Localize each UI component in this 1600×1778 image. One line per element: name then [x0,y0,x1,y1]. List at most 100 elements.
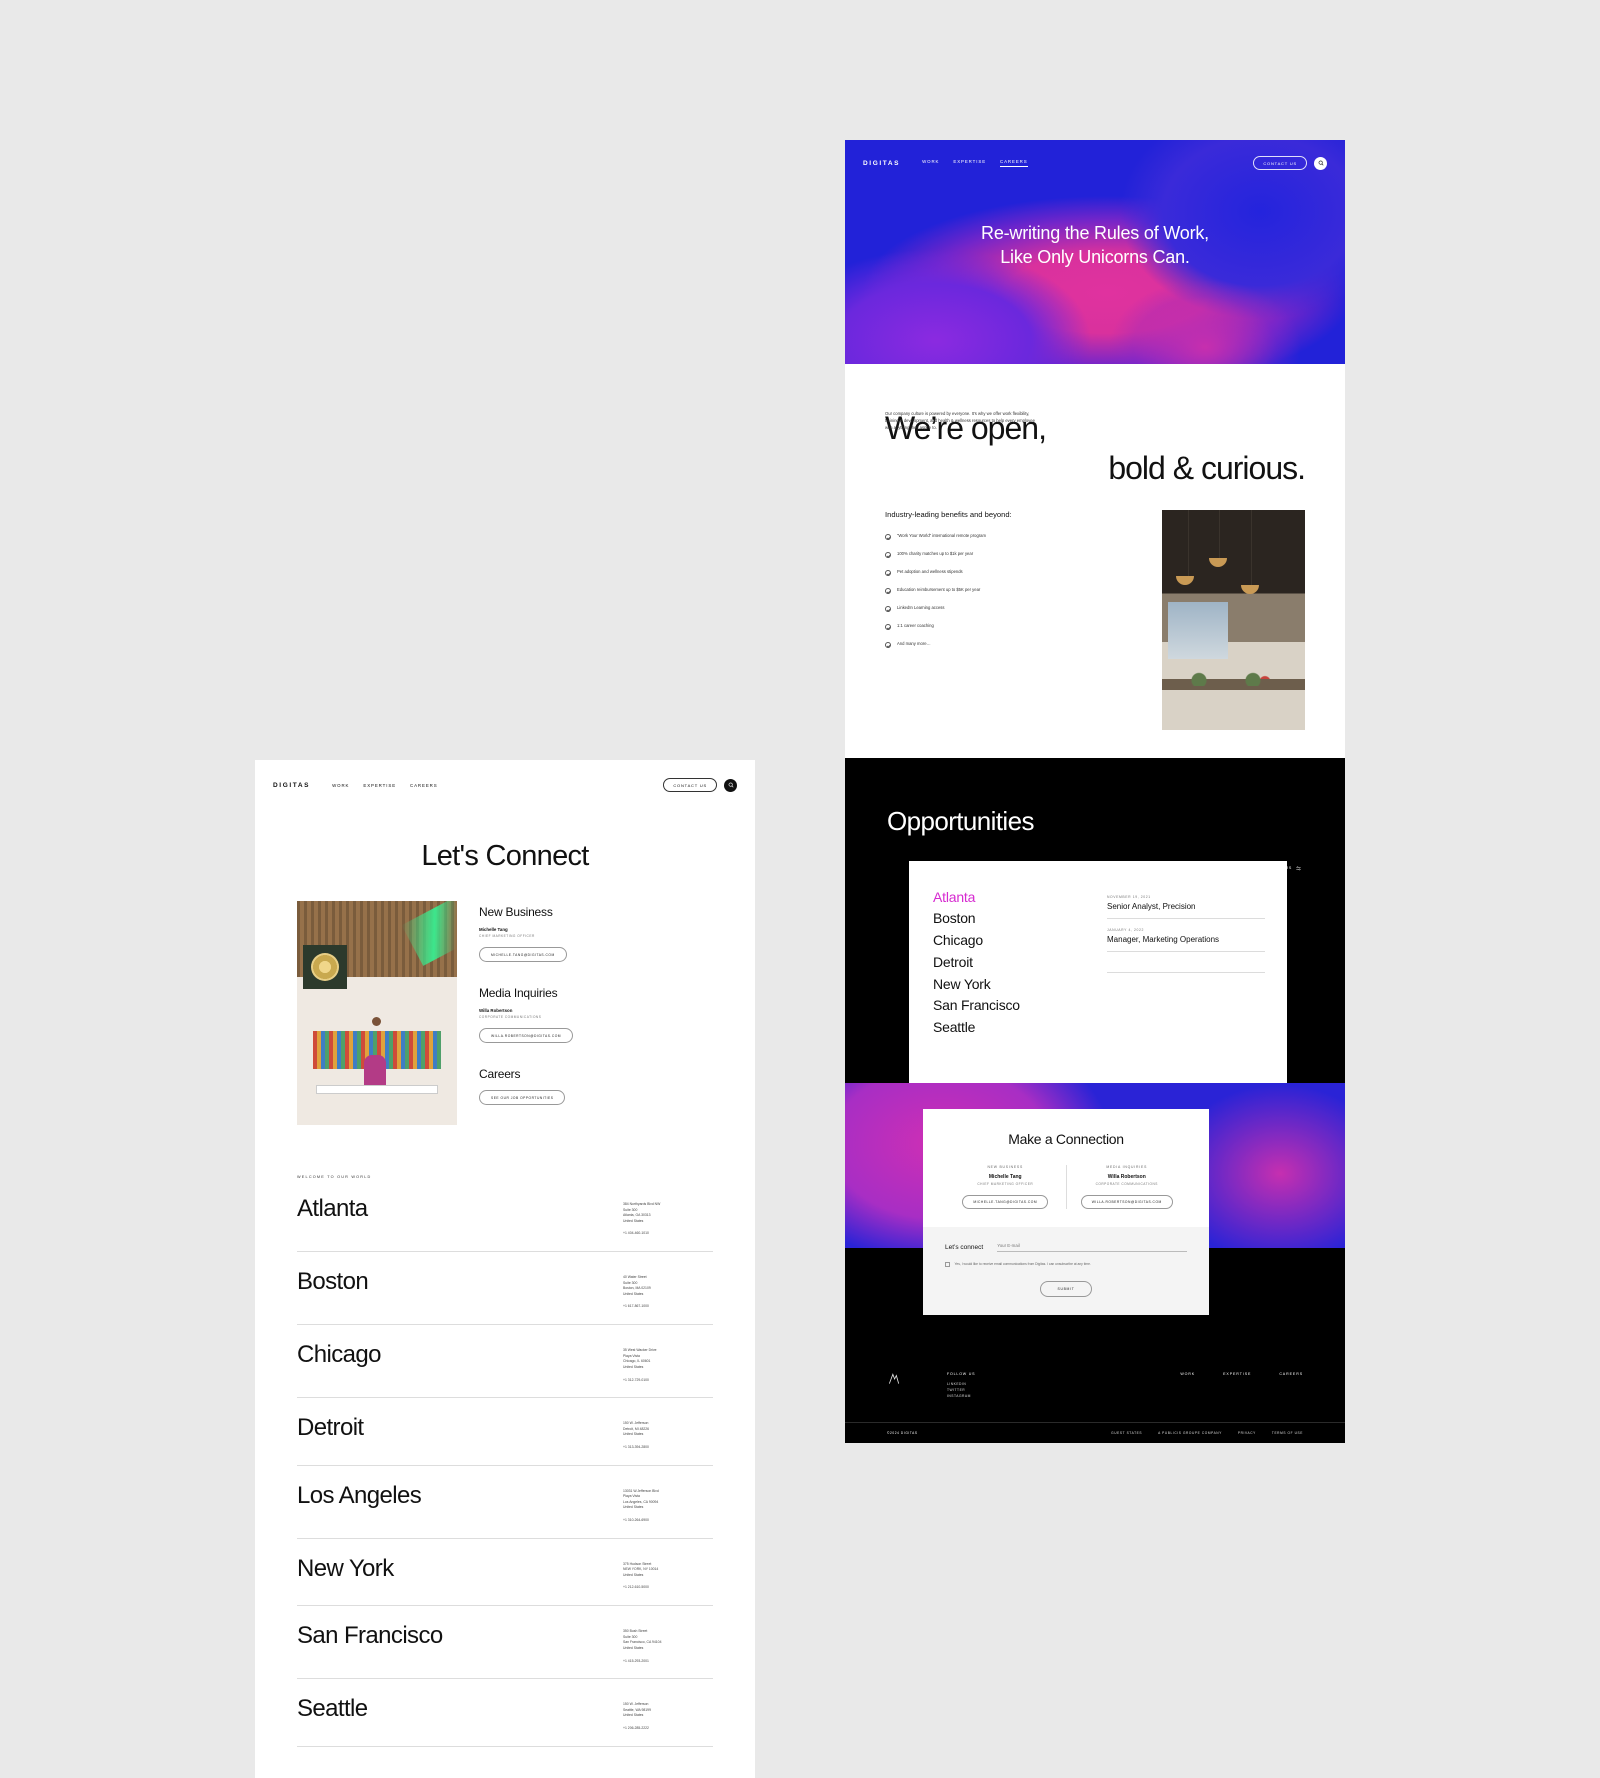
header-actions: CONTACT US [663,778,737,792]
benefit-item: And many more… [885,641,1065,648]
social-instagram[interactable]: INSTAGRAM [947,1394,975,1400]
nav-item-expertise[interactable]: EXPERTISE [363,783,396,788]
search-button[interactable] [1314,156,1327,170]
location-row[interactable]: Boston 40 Water Street Suite 300 Boston,… [297,1252,713,1326]
footer-nav-careers[interactable]: CAREERS [1279,1372,1303,1376]
check-circle-icon [885,587,891,594]
consent-checkbox[interactable] [945,1262,950,1267]
newsletter-form: Let’s connect Your E-mail Yes, I would l… [923,1226,1209,1315]
city-option-seattle[interactable]: Seattle [933,1017,1083,1039]
make-a-connection-card: Make a Connection NEW BUSINESS Michelle … [923,1108,1209,1315]
office-photo [1162,509,1305,730]
footer-legal-bar: ©2024 DIGITAS GUEST STATES A PUBLICIS GR… [845,1421,1345,1443]
nav-item-work[interactable]: WORK [332,783,349,788]
job-opportunities-button[interactable]: SEE OUR JOB OPPORTUNITIES [479,1090,566,1105]
benefits-and-photo: Industry-leading benefits and beyond: “W… [885,509,1305,730]
city-option-new-york[interactable]: New York [933,974,1083,996]
nav-item-careers[interactable]: CAREERS [1000,159,1028,167]
hero-line-2: Like Only Unicorns Can. [1000,246,1190,267]
filters-control[interactable]: FILTERS [1273,866,1301,871]
address-phone[interactable]: +1 212-610-5000 [623,1585,713,1591]
footer-nav-expertise[interactable]: EXPERTISE [1223,1372,1251,1376]
nav-item-expertise[interactable]: EXPERTISE [953,159,986,167]
opportunities-card: Atlanta Boston Chicago Detroit New York … [909,860,1287,1083]
location-address: 35 West Wacker Drive Playa Vista Chicago… [623,1341,713,1383]
culture-section: We’re open, Our company culture is power… [845,364,1345,758]
city-filter-list: Atlanta Boston Chicago Detroit New York … [933,887,1083,1039]
legal-link-2[interactable]: A PUBLICIS GROUPE COMPANY [1158,1431,1222,1435]
location-row[interactable]: New York 375 Hudson Street NEW YORK, NY … [297,1539,713,1607]
group-email-button[interactable]: WILLA.ROBERTSON@DIGITAS.COM [479,1028,574,1043]
person-head [372,1017,382,1027]
city-option-detroit[interactable]: Detroit [933,952,1083,974]
group-email-button[interactable]: MICHELLE.TANG@DIGITAS.COM [479,947,567,962]
address-phone[interactable]: +1 312-729-0100 [623,1378,713,1384]
address-phone[interactable]: +1 310-264-6900 [623,1518,713,1524]
contact-role: CORPORATE COMMUNICATIONS [1095,1181,1158,1186]
contact-us-button[interactable]: CONTACT US [663,778,717,792]
location-city: Los Angeles [297,1481,422,1509]
contact-body: New Business Michelle Tang CHIEF MARKETI… [255,873,755,1129]
check-circle-icon [885,605,891,612]
location-row[interactable]: Los Angeles 13031 W.Jefferson Blvd Playa… [297,1466,713,1539]
address-phone[interactable]: +1 617-867-1000 [623,1304,713,1310]
benefit-item: 100% charity matches up to $1k per year [885,551,1065,558]
nav-item-careers[interactable]: CAREERS [410,783,438,788]
footer-nav-work[interactable]: WORK [1180,1372,1195,1376]
newsletter-row: Let’s connect Your E-mail [945,1243,1187,1252]
contact-email-button[interactable]: MICHELLE.TANG@DIGITAS.COM [962,1194,1049,1209]
contact-name: Willa Robertson [1107,1173,1146,1180]
nav-item-work[interactable]: WORK [922,159,939,167]
benefit-label: Education reimbursement up to $5K per ye… [897,587,981,593]
benefit-item: “Work Your World” international remote p… [885,533,1065,540]
consent-checkbox-row[interactable]: Yes, I would like to receive email commu… [945,1262,1187,1267]
address-phone[interactable]: +1 206-285-2222 [623,1726,713,1732]
site-header: DIGITAS WORK EXPERTISE CAREERS CONTACT U… [845,140,1345,170]
legal-link-4[interactable]: TERMS OF USE [1272,1431,1303,1435]
job-list-divider [1107,961,1265,973]
submit-button[interactable]: SUBMIT [1040,1280,1092,1297]
legal-link-3[interactable]: PRIVACY [1238,1431,1256,1435]
location-row[interactable]: San Francisco 350 Bush Street Suite 300 … [297,1606,713,1680]
contact-email-button[interactable]: WILLA.ROBERTSON@DIGITAS.COM [1080,1194,1173,1209]
location-city: Boston [297,1268,369,1296]
contact-us-button[interactable]: CONTACT US [1253,156,1307,170]
digitas-mark-icon [888,1373,900,1385]
email-input[interactable]: Your E-mail [997,1243,1187,1252]
location-address: 150 W. Jefferson Detroit, MI 48226 Unite… [623,1414,713,1450]
city-option-san-francisco[interactable]: San Francisco [933,995,1083,1017]
search-icon [1318,160,1323,166]
location-row[interactable]: Detroit 150 W. Jefferson Detroit, MI 482… [297,1398,713,1466]
location-city: Seattle [297,1695,368,1723]
city-option-chicago[interactable]: Chicago [933,930,1083,952]
connection-contact-new-business: NEW BUSINESS Michelle Tang CHIEF MARKETI… [945,1164,1067,1209]
office-interior-photo [297,901,457,1125]
connection-contacts: NEW BUSINESS Michelle Tang CHIEF MARKETI… [945,1164,1187,1209]
job-listing[interactable]: NOVEMBER 19, 2021 Senior Analyst, Precis… [1107,895,1265,919]
digitas-logo[interactable]: DIGITAS [273,782,310,789]
benefits-title: Industry-leading benefits and beyond: [885,509,1012,519]
job-date: NOVEMBER 19, 2021 [1107,894,1151,899]
job-listing[interactable]: JANUARY 4, 2022 Manager, Marketing Opera… [1107,928,1265,952]
address-phone[interactable]: +1 415-293-2001 [623,1659,713,1665]
search-icon [728,782,733,788]
digitas-logo[interactable]: DIGITAS [863,160,900,167]
address-country: United States [623,1291,644,1296]
city-option-atlanta[interactable]: Atlanta [933,887,1083,909]
legal-link-1[interactable]: GUEST STATES [1111,1431,1142,1435]
address-phone[interactable]: +1 313-394-2800 [623,1445,713,1451]
table [316,1084,438,1094]
contact-group-careers: Careers SEE OUR JOB OPPORTUNITIES [479,1067,713,1105]
follow-us-title: FOLLOW US [947,1372,976,1377]
location-row[interactable]: Atlanta 384 Northyards Blvd NW Suite 300… [297,1179,713,1253]
group-heading: Careers [479,1067,521,1081]
city-option-boston[interactable]: Boston [933,908,1083,930]
copyright: ©2024 DIGITAS [887,1430,918,1435]
check-circle-icon [885,623,891,630]
search-button[interactable] [724,778,737,792]
benefits-list: Industry-leading benefits and beyond: “W… [885,510,1065,730]
location-row[interactable]: Seattle 150 W. Jefferson Seattle, WA 981… [297,1679,713,1747]
address-phone[interactable]: +1 404-460-1010 [623,1231,713,1237]
location-row[interactable]: Chicago 35 West Wacker Drive Playa Vista… [297,1325,713,1399]
group-contact-name: Michelle Tang [479,927,508,932]
